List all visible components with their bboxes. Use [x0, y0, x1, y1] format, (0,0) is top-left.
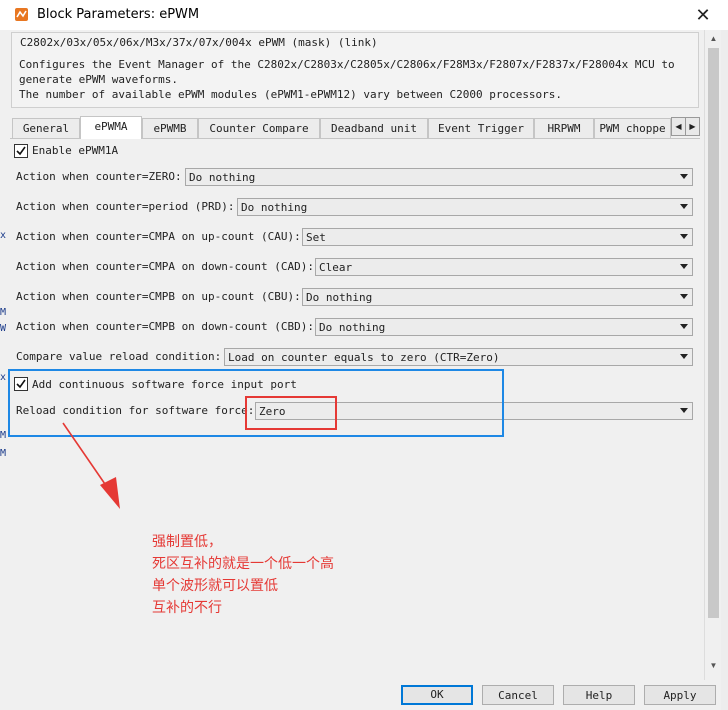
annotation-note: 强制置低， 死区互补的就是一个低一个高 单个波形就可以置低 互补的不行 [152, 531, 392, 619]
caret-down-icon [680, 354, 688, 359]
dropdown-value: Zero [259, 405, 286, 418]
dropdown-value: Do nothing [189, 171, 256, 184]
margin-fragment: M [0, 307, 7, 318]
annotation-line: 死区互补的就是一个低一个高 [152, 556, 334, 572]
ok-button[interactable]: OK [401, 685, 473, 705]
close-icon: ✕ [695, 4, 711, 26]
dropdown-value: Load on counter equals to zero (CTR=Zero… [228, 351, 500, 364]
caret-down-icon [680, 294, 688, 299]
tab-scroll-left-button[interactable]: ◀ [671, 117, 686, 136]
mask-description-line: Configures the Event Manager of the C280… [19, 58, 675, 71]
action-zero-label: Action when counter=ZERO: [16, 170, 182, 183]
action-cmpa-up-label: Action when counter=CMPA on up-count (CA… [16, 230, 301, 243]
window-right-edge [721, 30, 728, 710]
dropdown-value: Do nothing [241, 201, 308, 214]
mask-description-line: generate ePWM waveforms. [19, 73, 178, 86]
enable-epwm1a-checkbox[interactable] [14, 144, 28, 158]
annotation-line: 互补的不行 [152, 600, 222, 616]
action-cmpb-down-label: Action when counter=CMPB on down-count (… [16, 320, 315, 333]
checkmark-icon [16, 379, 26, 389]
caret-down-icon [680, 234, 688, 239]
mask-description: C2802x/03x/05x/06x/M3x/37x/07x/004x ePWM… [11, 32, 699, 108]
tab-strip: General ePWMA ePWMB Counter Compare Dead… [12, 116, 700, 139]
margin-fragment: M [0, 430, 7, 441]
tab-deadband-unit[interactable]: Deadband unit [320, 118, 428, 138]
dialog-footer: OK Cancel Help Apply [9, 680, 721, 710]
chevron-right-icon: ▶ [689, 122, 696, 131]
tab-epwmb[interactable]: ePWMB [142, 118, 198, 138]
caret-down-icon [680, 408, 688, 413]
action-cmpa-up-dropdown[interactable]: Set [302, 228, 693, 246]
action-period-dropdown[interactable]: Do nothing [237, 198, 693, 216]
software-force-checkbox[interactable] [14, 377, 28, 391]
tab-pwm-chopper[interactable]: PWM choppe [594, 118, 671, 138]
help-button[interactable]: Help [563, 685, 635, 705]
chevron-left-icon: ◀ [675, 122, 682, 131]
action-cmpa-down-label: Action when counter=CMPA on down-count (… [16, 260, 315, 273]
annotation-arrow-icon [62, 422, 120, 509]
margin-fragment: M [0, 448, 7, 459]
scroll-up-arrow-icon[interactable]: ▲ [705, 32, 722, 46]
scrollbar-thumb[interactable] [708, 48, 719, 618]
action-zero-dropdown[interactable]: Do nothing [185, 168, 693, 186]
dropdown-value: Clear [319, 261, 353, 274]
apply-button[interactable]: Apply [644, 685, 716, 705]
mask-description-line: The number of available ePWM modules (eP… [19, 88, 563, 101]
software-force-label: Add continuous software force input port [32, 378, 297, 391]
margin-fragment: x [0, 230, 7, 241]
caret-down-icon [680, 324, 688, 329]
annotation-line: 单个波形就可以置低 [152, 578, 278, 594]
window-title: Block Parameters: ePWM [37, 7, 200, 22]
simulink-block-icon [15, 8, 28, 21]
action-cmpa-down-dropdown[interactable]: Clear [315, 258, 693, 276]
vertical-scrollbar[interactable]: ▲ ▼ [704, 30, 722, 680]
dropdown-value: Set [306, 231, 326, 244]
compare-reload-dropdown[interactable]: Load on counter equals to zero (CTR=Zero… [224, 348, 693, 366]
reload-force-label: Reload condition for software force: [16, 404, 255, 417]
caret-down-icon [680, 174, 688, 179]
margin-fragment: W [0, 323, 7, 334]
enable-epwm1a-label: Enable ePWM1A [32, 144, 119, 157]
tab-event-trigger[interactable]: Event Trigger [428, 118, 534, 138]
background-model-fragments: x M W x M M [0, 230, 9, 470]
mask-title: C2802x/03x/05x/06x/M3x/37x/07x/004x ePWM… [20, 36, 378, 49]
action-cmpb-up-dropdown[interactable]: Do nothing [302, 288, 693, 306]
tab-hrpwm[interactable]: HRPWM [534, 118, 594, 138]
action-cmpb-up-label: Action when counter=CMPB on up-count (CB… [16, 290, 301, 303]
tab-epwma[interactable]: ePWMA [80, 116, 142, 139]
caret-down-icon [680, 204, 688, 209]
compare-reload-label: Compare value reload condition: [16, 350, 222, 363]
dropdown-value: Do nothing [306, 291, 373, 304]
scroll-down-arrow-icon[interactable]: ▼ [705, 658, 722, 674]
checkmark-icon [16, 146, 26, 156]
action-period-label: Action when counter=period (PRD): [16, 200, 235, 213]
cancel-button[interactable]: Cancel [482, 685, 554, 705]
tab-general[interactable]: General [12, 118, 80, 138]
margin-fragment: x [0, 372, 7, 383]
close-button[interactable]: ✕ [690, 3, 716, 27]
tab-counter-compare[interactable]: Counter Compare [198, 118, 320, 138]
action-cmpb-down-dropdown[interactable]: Do nothing [315, 318, 693, 336]
title-bar: Block Parameters: ePWM ✕ [0, 0, 728, 31]
reload-force-dropdown[interactable]: Zero [255, 402, 693, 420]
caret-down-icon [680, 264, 688, 269]
tab-scroll-right-button[interactable]: ▶ [685, 117, 700, 136]
annotation-line: 强制置低， [152, 534, 222, 550]
dropdown-value: Do nothing [319, 321, 386, 334]
